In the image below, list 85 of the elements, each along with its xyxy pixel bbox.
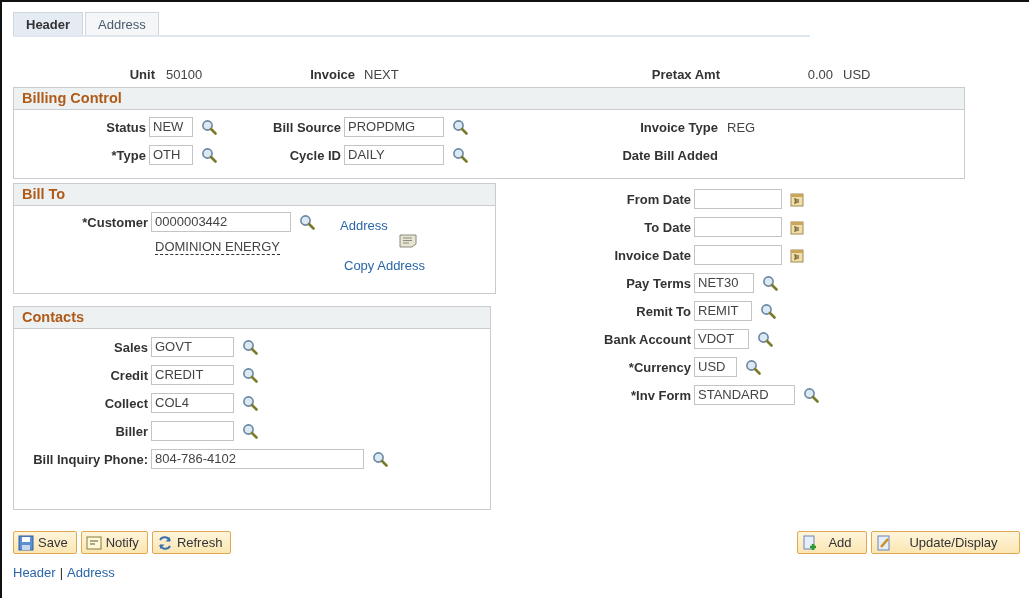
calendar-icon[interactable] <box>790 191 804 207</box>
input-field[interactable]: 804-786-4102 <box>151 449 364 469</box>
footer-link[interactable]: Header <box>13 565 56 580</box>
input-field[interactable]: GOVT <box>151 337 234 357</box>
field-label: Invoice <box>309 67 356 82</box>
field-label: Collect <box>103 395 149 411</box>
field-label: Invoice Date <box>613 247 692 263</box>
search-icon[interactable] <box>242 339 258 355</box>
note-icon[interactable] <box>398 234 417 248</box>
note-icon <box>85 534 102 551</box>
input-field[interactable]: VDOT <box>694 329 749 349</box>
input-field[interactable]: CREDIT <box>151 365 234 385</box>
field-label: Date Bill Added <box>621 147 719 163</box>
field-label: *Currency <box>627 359 692 375</box>
tab[interactable]: Header <box>13 12 84 35</box>
field-label: Pay Terms <box>625 275 692 291</box>
field-label: To Date <box>643 219 692 235</box>
search-icon[interactable] <box>242 395 258 411</box>
field-label: *Customer <box>81 214 149 230</box>
copy-address-link[interactable]: Copy Address <box>344 258 425 273</box>
toolbar-button[interactable]: Add <box>797 531 867 554</box>
calendar-icon[interactable] <box>790 247 804 263</box>
field-label: Bank Account <box>603 331 692 347</box>
search-icon[interactable] <box>803 387 819 403</box>
add-document-icon <box>802 534 818 551</box>
search-icon[interactable] <box>299 214 315 230</box>
field-label: Bill Source <box>272 119 342 135</box>
tab[interactable]: Address <box>85 12 159 35</box>
field-label: Biller <box>114 423 149 439</box>
calendar-icon[interactable] <box>790 219 804 235</box>
input-field[interactable]: NET30 <box>694 273 754 293</box>
toolbar-button[interactable]: Update/Display <box>871 531 1020 554</box>
section-header: Billing Control <box>14 88 964 110</box>
search-icon[interactable] <box>760 303 776 319</box>
input-field[interactable]: 0000003442 <box>151 212 291 232</box>
search-icon[interactable] <box>762 275 778 291</box>
field-label: *Inv Form <box>630 387 692 403</box>
section-header: Bill To <box>14 184 495 206</box>
section-header: Contacts <box>14 307 490 329</box>
link-separator: | <box>59 565 64 580</box>
field-label: *Type <box>110 147 147 163</box>
toolbar-button[interactable]: Notify <box>80 531 148 554</box>
field-value: 0.00 <box>806 67 833 82</box>
input-field[interactable] <box>694 245 782 265</box>
field-label: Status <box>105 119 147 135</box>
edit-document-icon <box>876 534 892 551</box>
search-icon[interactable] <box>452 147 468 163</box>
field-value: NEXT <box>363 67 400 82</box>
field-label: Invoice Type <box>639 119 719 135</box>
search-icon[interactable] <box>242 423 258 439</box>
input-field[interactable] <box>694 217 782 237</box>
address-link[interactable]: Address <box>340 211 388 233</box>
search-icon[interactable] <box>452 119 468 135</box>
field-value: REG <box>726 119 756 135</box>
input-field[interactable] <box>694 189 782 209</box>
field-label: Credit <box>109 367 149 383</box>
toolbar-button[interactable]: Save <box>13 531 77 554</box>
input-field[interactable]: USD <box>694 357 737 377</box>
input-field[interactable]: PROPDMG <box>344 117 444 137</box>
toolbar-button[interactable]: Refresh <box>151 531 232 554</box>
input-field[interactable]: REMIT <box>694 301 752 321</box>
currency-code: USD <box>842 67 871 82</box>
input-field[interactable]: COL4 <box>151 393 234 413</box>
field-label: Sales <box>113 339 149 355</box>
input-field[interactable]: NEW <box>149 117 193 137</box>
field-label: Remit To <box>635 303 692 319</box>
field-label: Cycle ID <box>288 147 342 163</box>
search-icon[interactable] <box>372 451 388 467</box>
search-icon[interactable] <box>242 367 258 383</box>
search-icon[interactable] <box>757 331 773 347</box>
input-field[interactable] <box>151 421 234 441</box>
customer-name[interactable]: DOMINION ENERGY <box>155 239 280 255</box>
field-label: Pretax Amt <box>650 67 721 82</box>
input-field[interactable]: OTH <box>149 145 193 165</box>
field-label: Bill Inquiry Phone: <box>32 451 149 467</box>
footer-link[interactable]: Address <box>67 565 115 580</box>
input-field[interactable]: DAILY <box>344 145 444 165</box>
search-icon[interactable] <box>201 147 217 163</box>
field-value: 50100 <box>165 67 204 82</box>
input-field[interactable]: STANDARD <box>694 385 795 405</box>
field-label: From Date <box>625 191 692 207</box>
refresh-icon <box>156 534 173 551</box>
search-icon[interactable] <box>201 119 217 135</box>
field-label: Unit <box>128 67 156 82</box>
search-icon[interactable] <box>745 359 761 375</box>
